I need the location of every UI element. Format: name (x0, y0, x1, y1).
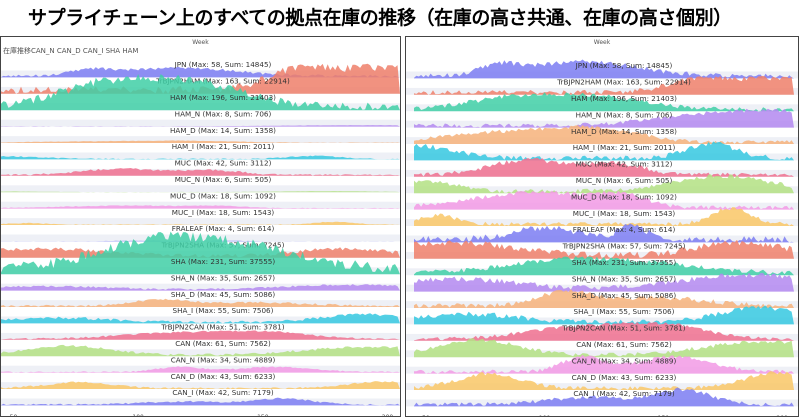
row-label-ham: HAM (Max: 196, Sum: 21403) (571, 94, 677, 103)
row-label-sha: SHA (Max: 231, Sum: 37555) (171, 257, 276, 266)
row-label-ham_d: HAM_D (Max: 14, Sum: 1358) (571, 127, 677, 136)
page-title: サプライチェーン上のすべての拠点在庫の推移（在庫の高さ共通、在庫の高さ個別） (28, 7, 732, 29)
row-label-muc_n: MUC_N (Max: 6, Sum: 505) (175, 175, 272, 184)
row-label-sha_n: SHA_N (Max: 35, Sum: 2657) (572, 274, 676, 283)
row-label-can_i: CAN_I (Max: 42, Sum: 7179) (573, 389, 675, 398)
row-label-can: CAN (Max: 61, Sum: 7562) (576, 340, 672, 349)
row-label-sha_i: SHA_I (Max: 55, Sum: 7506) (173, 306, 274, 315)
row-label-sha: SHA (Max: 231, Sum: 37555) (572, 258, 677, 267)
row-label-ham_d: HAM_D (Max: 14, Sum: 1358) (170, 126, 276, 135)
row-label-can_d: CAN_D (Max: 43, Sum: 6233) (171, 372, 276, 381)
row-label-ham_n: HAM_N (Max: 8, Sum: 706) (175, 109, 272, 118)
row-label-can_n: CAN_N (Max: 34, Sum: 4889) (171, 355, 276, 364)
row-label-can_n: CAN_N (Max: 34, Sum: 4889) (572, 356, 677, 365)
row-label-trbjpn2ham: TrBJPN2HAM (Max: 163, Sum: 22914) (556, 78, 691, 87)
row-label-sha_i: SHA_I (Max: 55, Sum: 7506) (574, 307, 675, 316)
row-label-muc: MUC (Max: 42, Sum: 3112) (576, 160, 673, 169)
individual-scale-ridgeline-plot: JPN (Max: 58, Sum: 14845) TrBJPN2HAM (Max… (406, 59, 798, 416)
x-tick-label: 200 (776, 415, 788, 416)
row-label-can_d: CAN_D (Max: 43, Sum: 6233) (572, 373, 677, 382)
row-label-jpn: JPN (Max: 58, Sum: 14845) (174, 60, 272, 69)
row-label-muc_d: MUC_D (Max: 18, Sum: 1092) (170, 191, 276, 200)
x-tick-label: 150 (257, 414, 269, 416)
row-label-ham_i: HAM_I (Max: 21, Sum: 2011) (573, 143, 676, 152)
individual-scale-chart-panel[interactable]: Week JPN (Max: 58, Sum: 14845) TrBJPN2HAM… (405, 36, 799, 417)
row-label-ham_n: HAM_N (Max: 8, Sum: 706) (576, 110, 673, 119)
row-label-fraleaf: FRALEAF (Max: 4, Sum: 614) (172, 224, 275, 233)
row-label-fraleaf: FRALEAF (Max: 4, Sum: 614) (573, 225, 676, 234)
row-label-muc: MUC (Max: 42, Sum: 3112) (175, 159, 272, 168)
x-tick-label: 150 (658, 415, 670, 416)
row-label-can_i: CAN_I (Max: 42, Sum: 7179) (172, 388, 274, 397)
x-tick-label: 100 (539, 415, 551, 416)
row-label-muc_n: MUC_N (Max: 6, Sum: 505) (576, 176, 673, 185)
row-label-trbjpn2can: TrBJPN2CAN (Max: 51, Sum: 3781) (160, 323, 284, 332)
x-tick-label: 200 (382, 414, 394, 416)
row-label-can: CAN (Max: 61, Sum: 7562) (175, 339, 271, 348)
x-tick-label: 100 (132, 414, 144, 416)
row-label-muc_i: MUC_I (Max: 18, Sum: 1543) (573, 209, 676, 218)
row-label-ham_i: HAM_I (Max: 21, Sum: 2011) (172, 142, 275, 151)
row-label-sha_d: SHA_D (Max: 45, Sum: 5086) (171, 290, 275, 299)
row-label-trbjpn2sha: TrBJPN2SHA (Max: 57, Sum: 7245) (562, 242, 686, 251)
shared-scale-chart-panel[interactable]: Week 在庫推移CAN_N CAN_D CAN_I SHA HAM JPN (… (0, 36, 401, 417)
shared-scale-ridgeline-plot: JPN (Max: 58, Sum: 14845)TrBJPN2HAM (Max… (1, 60, 400, 416)
x-tick-label: 50 (422, 415, 430, 416)
row-label-sha_n: SHA_N (Max: 35, Sum: 2657) (171, 273, 275, 282)
row-label-jpn: JPN (Max: 58, Sum: 14845) (575, 61, 673, 70)
row-label-ham: HAM (Max: 196, Sum: 21403) (170, 93, 276, 102)
x-tick-label: 50 (10, 414, 18, 416)
row-label-sha_d: SHA_D (Max: 45, Sum: 5086) (572, 291, 676, 300)
row-label-muc_d: MUC_D (Max: 18, Sum: 1092) (571, 192, 677, 201)
row-label-muc_i: MUC_I (Max: 18, Sum: 1543) (172, 208, 275, 217)
row-label-trbjpn2can: TrBJPN2CAN (Max: 51, Sum: 3781) (561, 324, 685, 333)
